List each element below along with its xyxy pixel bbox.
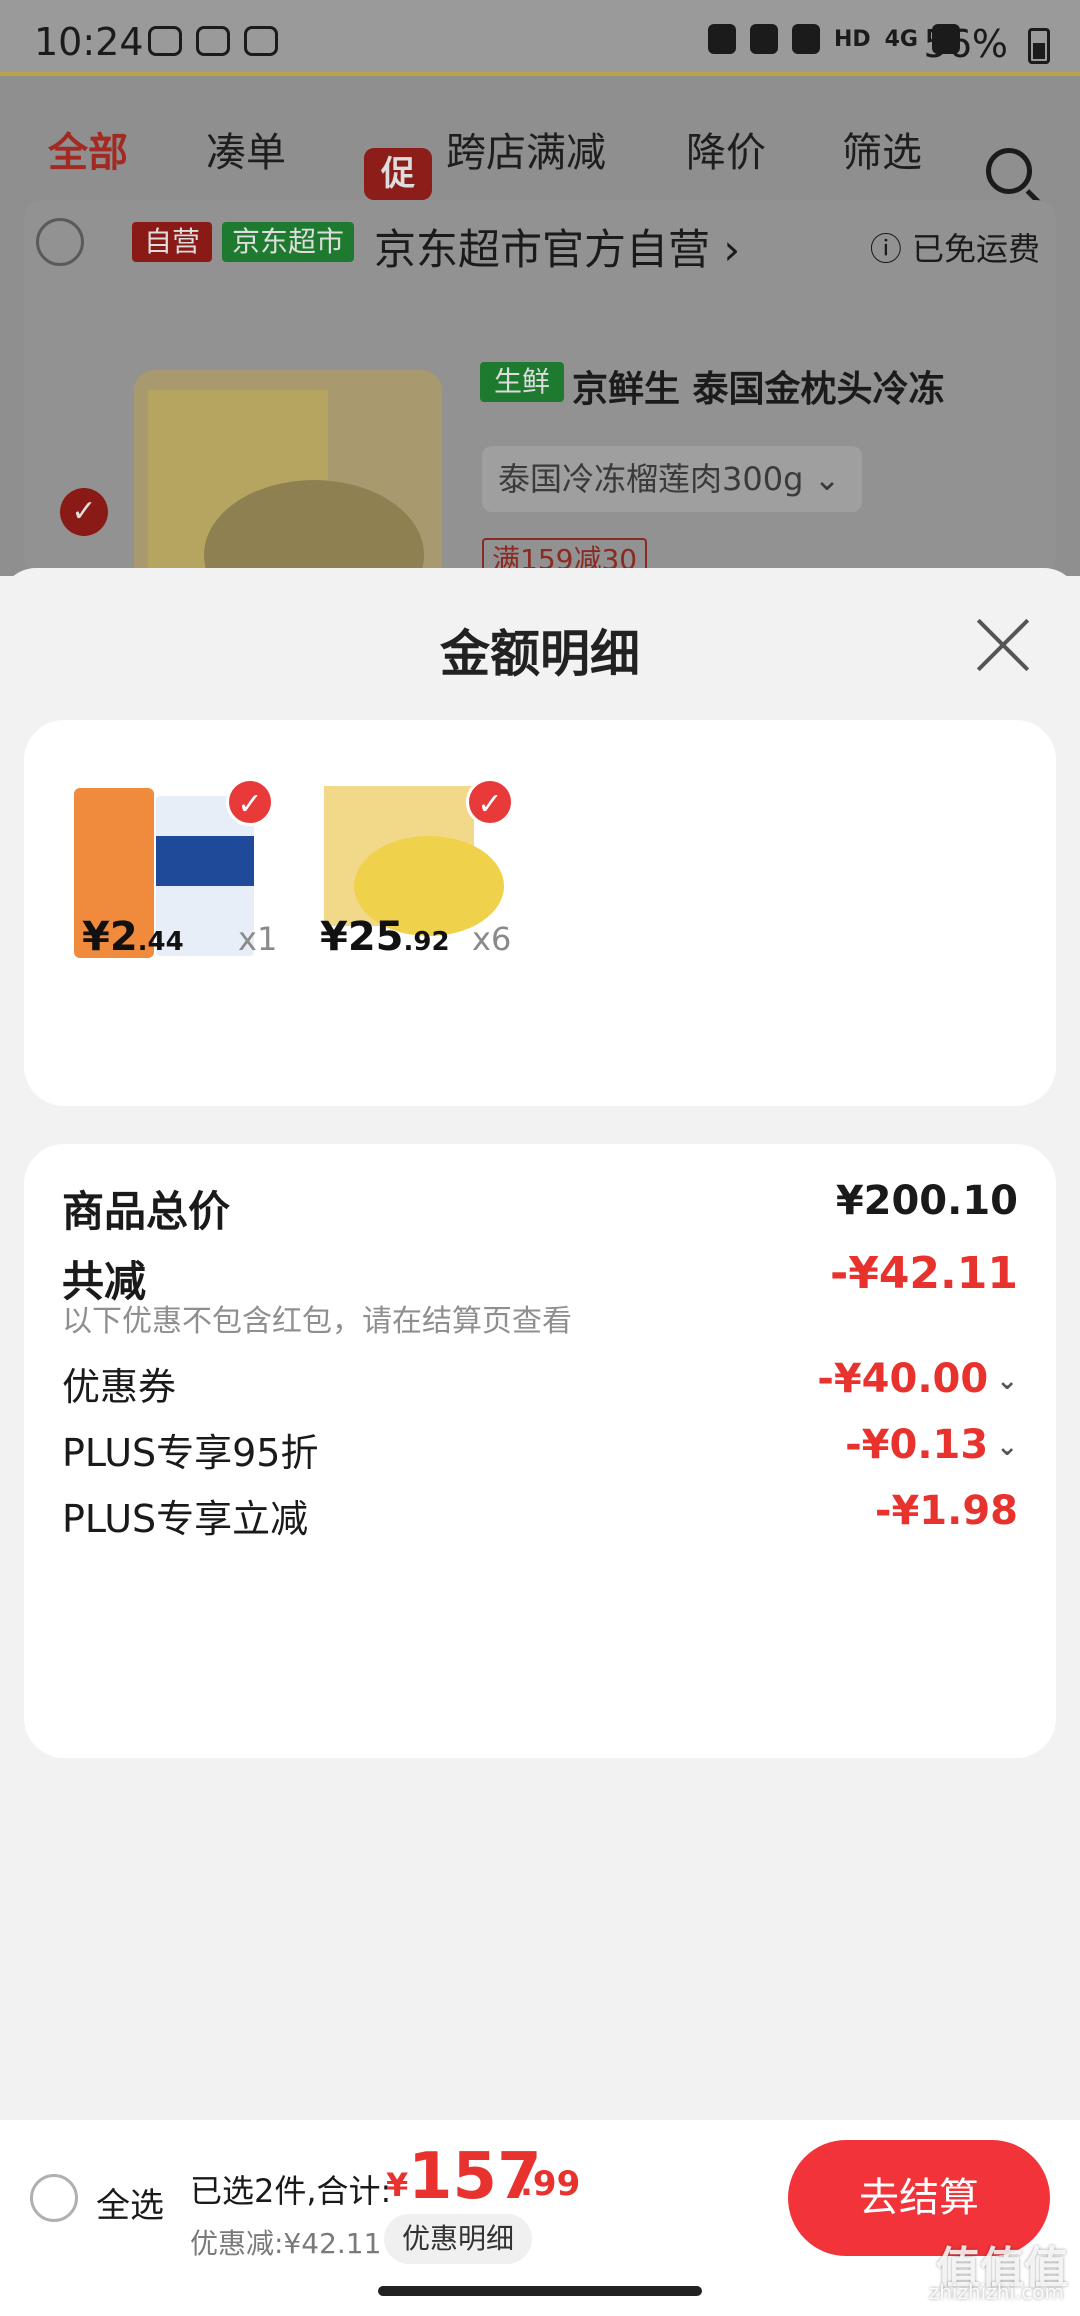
plus95-value: -¥0.13	[845, 1422, 989, 1468]
plus95-row[interactable]: -¥0.13 ⌄	[845, 1422, 1018, 1468]
cart-background: 全部 凑单 促 跨店满减 降价 筛选 自营 京东超市 京东超市官方自营 › ⓘ …	[0, 76, 1080, 652]
tab-filter[interactable]: 筛选	[842, 120, 922, 178]
coupon-row[interactable]: -¥40.00 ⌄	[817, 1356, 1018, 1402]
status-time: 10:24	[34, 20, 144, 64]
reduce-note: 以下优惠不包含红包，请在结算页查看	[62, 1304, 572, 1339]
plusoff-value: -¥1.98	[874, 1488, 1018, 1534]
item-price: ¥25.92	[320, 914, 450, 960]
tab-cross-store[interactable]: 跨店满减	[446, 120, 606, 178]
fresh-tag: 生鲜	[480, 362, 565, 402]
reduce-value: -¥42.11	[829, 1248, 1018, 1299]
plus95-label: PLUS专享95折	[62, 1431, 319, 1475]
status-bar: 10:24 HD 4G 56%	[0, 0, 1080, 76]
battery-percent: 56%	[923, 22, 1008, 66]
shop-name-text: 京东超市官方自营	[374, 225, 711, 274]
product-title[interactable]: 京鲜生 泰国金枕头冷冻	[572, 360, 945, 412]
saved-amount: 优惠减:¥42.11	[190, 2227, 382, 2260]
system-icons: HD 4G	[707, 24, 960, 54]
total-currency: ¥	[386, 2166, 409, 2204]
summary-card: 商品总价 ¥200.10 共减 -¥42.11 以下优惠不包含红包，请在结算页查…	[24, 1144, 1056, 1758]
search-icon[interactable]	[986, 148, 1032, 194]
cellular-type: 4G	[884, 26, 918, 52]
total-label: 商品总价	[62, 1187, 231, 1236]
item-qty: x1	[238, 920, 278, 958]
price-dec: .44	[137, 927, 184, 957]
items-card: ✓ ✓ ¥2.44 x1 ¥25.92 x6	[24, 720, 1056, 1106]
tab-price-drop[interactable]: 降价	[686, 120, 766, 178]
coupon-value: -¥40.00	[817, 1356, 989, 1402]
tab-all[interactable]: 全部	[48, 120, 128, 178]
promo-badge-icon: 促	[364, 148, 432, 200]
select-all-label[interactable]: 全选	[96, 2178, 164, 2227]
alarm-icon	[749, 24, 778, 54]
price-int: ¥2	[82, 914, 138, 960]
battery-saver-icon	[707, 24, 736, 54]
mute-icon	[791, 24, 820, 54]
notification-icons	[148, 26, 278, 56]
check-icon: ✓	[466, 778, 514, 826]
item-qty: x6	[472, 920, 512, 958]
coupon-label: 优惠券	[62, 1365, 177, 1409]
variant-text: 泰国冷冻榴莲肉300g	[498, 460, 804, 498]
price-dec: .92	[403, 927, 450, 957]
image-notification-icon	[148, 26, 182, 56]
discount-detail-button[interactable]: 优惠明细	[384, 2214, 533, 2264]
free-shipping-label: ⓘ 已免运费	[869, 230, 1040, 268]
selected-count: 已选2件,合计:	[190, 2172, 392, 2210]
battery-icon	[1028, 28, 1050, 64]
self-operated-tag: 自营	[132, 222, 213, 262]
amount-detail-sheet: 金额明细 ✓ ✓ ¥2.44 x1 ¥25.92 x6 商品总价 ¥200.10…	[0, 568, 1080, 2316]
cart-tabs: 全部 凑单 促 跨店满减 降价 筛选	[0, 106, 1080, 200]
sheet-title: 金额明细	[440, 625, 640, 683]
plusoff-label: PLUS专享立减	[62, 1497, 309, 1541]
product-select-radio[interactable]: ✓	[60, 488, 108, 536]
check-icon: ✓	[226, 778, 274, 826]
total-value: ¥200.10	[835, 1178, 1018, 1224]
home-indicator[interactable]	[378, 2286, 702, 2296]
chevron-down-icon: ⌄	[996, 1432, 1018, 1462]
app-notification-icon-2	[244, 26, 278, 56]
hd-label: HD	[833, 26, 871, 52]
supermarket-tag: 京东超市	[222, 222, 355, 262]
app-notification-icon	[196, 26, 230, 56]
tab-bundle[interactable]: 凑单	[206, 120, 286, 178]
close-icon[interactable]	[976, 618, 1030, 672]
chevron-down-icon: ⌄	[813, 460, 841, 498]
variant-selector[interactable]: 泰国冷冻榴莲肉300g ⌄	[482, 446, 862, 512]
select-all-radio[interactable]	[30, 2174, 78, 2222]
chevron-right-icon: ›	[723, 225, 741, 274]
watermark-site: zhizhizhi.com	[928, 2280, 1064, 2304]
shop-name[interactable]: 京东超市官方自营 ›	[374, 216, 740, 277]
price-int: ¥25	[320, 914, 404, 960]
shop-select-radio[interactable]	[36, 218, 84, 266]
total-decimal: .99	[520, 2164, 581, 2204]
item-price: ¥2.44	[82, 914, 184, 960]
chevron-down-icon: ⌄	[996, 1366, 1018, 1396]
